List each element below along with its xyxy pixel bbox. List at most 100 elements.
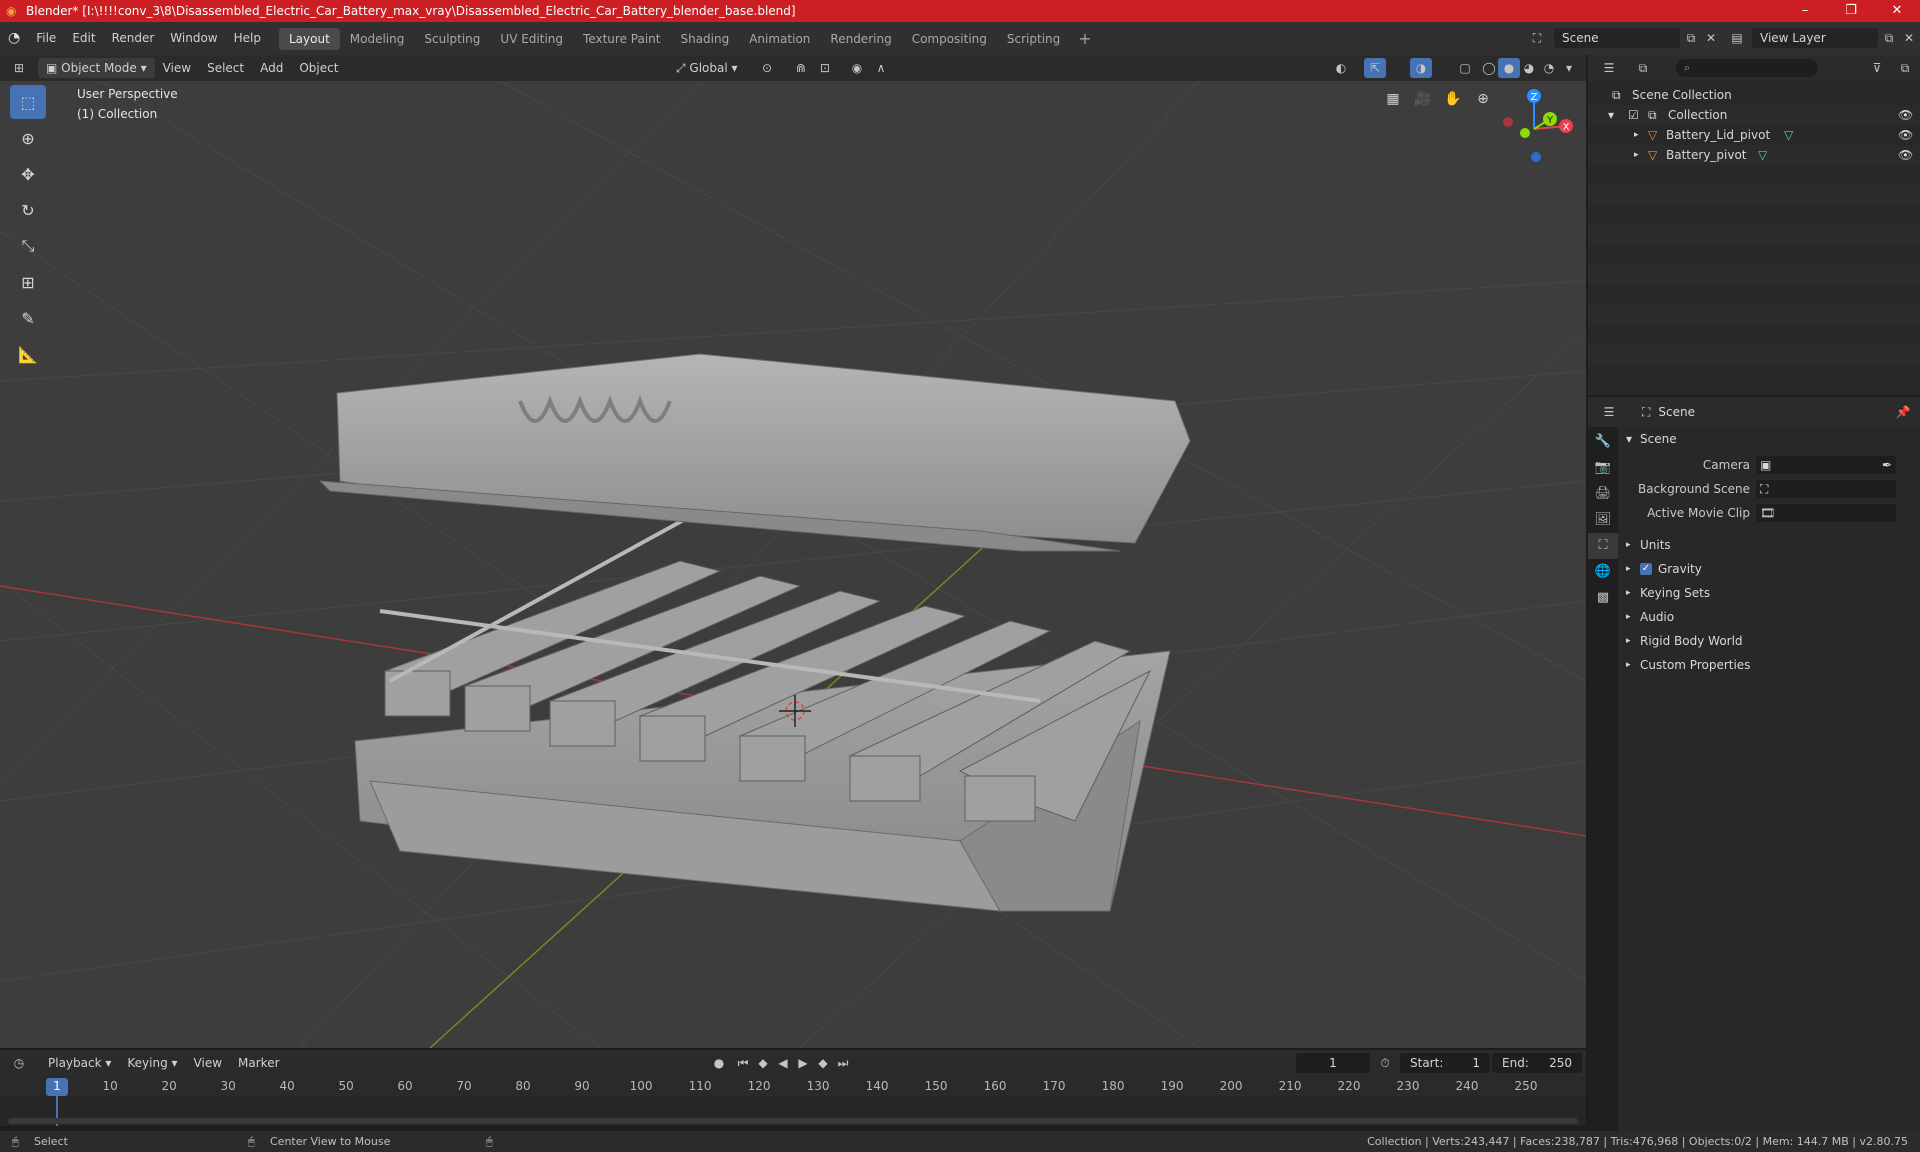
play-icon[interactable]: ▶ (792, 1053, 814, 1073)
menu-add[interactable]: Add (252, 58, 291, 78)
tab-modeling[interactable]: Modeling (340, 28, 415, 50)
outliner-search-input[interactable]: ⌕ (1676, 59, 1818, 77)
mesh-data-icon[interactable]: ▽ (1758, 145, 1767, 165)
output-tab-icon[interactable]: 🖨 (1588, 481, 1618, 507)
menu-file[interactable]: File (28, 22, 64, 55)
new-scene-icon[interactable]: ⧉ (1680, 28, 1702, 48)
select-box-tool-icon[interactable]: ⬚ (10, 85, 46, 119)
measure-tool-icon[interactable]: 📐 (10, 337, 46, 371)
remove-view-layer-icon[interactable]: ✕ (1898, 28, 1920, 48)
units-section[interactable]: ▸ Units (1620, 533, 1920, 557)
scene-selector[interactable]: Scene (1554, 28, 1680, 48)
prev-keyframe-icon[interactable]: ◆ (752, 1053, 774, 1073)
snap-icon[interactable]: ⋒ (790, 58, 812, 78)
close-button[interactable]: ✕ (1874, 0, 1920, 22)
tab-sculpting[interactable]: Sculpting (414, 28, 490, 50)
transform-tool-icon[interactable]: ⊞ (10, 265, 46, 299)
transform-orientation-dropdown[interactable]: ⤢ Global ▾ (668, 58, 746, 78)
solid-shading-icon[interactable]: ● (1498, 58, 1520, 78)
play-reverse-icon[interactable]: ◀ (772, 1053, 794, 1073)
rotate-tool-icon[interactable]: ↻ (10, 193, 46, 227)
new-collection-icon[interactable]: ⧉ (1894, 58, 1916, 78)
menu-view[interactable]: View (186, 1053, 230, 1073)
tab-compositing[interactable]: Compositing (902, 28, 997, 50)
outliner-row-collection[interactable]: ▾ ☑ ⧉ Collection 👁 (1588, 105, 1920, 125)
xray-icon[interactable]: ▢ (1454, 58, 1476, 78)
outliner-row-scene-collection[interactable]: ⧉ Scene Collection (1588, 85, 1920, 105)
move-tool-icon[interactable]: ✥ (10, 157, 46, 191)
menu-select[interactable]: Select (199, 58, 252, 78)
object-mode-dropdown[interactable]: ▣ Object Mode ▾ (38, 58, 155, 78)
blender-menu-icon[interactable]: ◔ (0, 22, 28, 55)
checkbox-icon[interactable]: ☑ (1628, 105, 1639, 125)
overlay-toggle-icon[interactable]: ◑ (1410, 58, 1432, 78)
snap-target-icon[interactable]: ⊡ (814, 58, 836, 78)
jump-start-icon[interactable]: ⏮ (732, 1053, 754, 1073)
expand-arrow-icon[interactable]: ▸ (1634, 145, 1639, 165)
annotate-tool-icon[interactable]: ✎ (10, 301, 46, 335)
pin-icon[interactable]: 📌 (1892, 402, 1914, 422)
record-icon[interactable]: ● (708, 1053, 730, 1073)
scale-tool-icon[interactable]: ⤡ (10, 229, 46, 263)
timeline-editor-icon[interactable]: ◷ (8, 1053, 30, 1073)
timeline-scrollbar[interactable] (8, 1118, 1578, 1124)
material-shading-icon[interactable]: ◕ (1518, 58, 1540, 78)
pan-hand-icon[interactable]: ✋ (1440, 86, 1466, 112)
gravity-section[interactable]: ▸ ✓ Gravity (1620, 557, 1920, 581)
world-tab-icon[interactable]: 🌐 (1588, 559, 1618, 585)
scene-icon[interactable]: ⛶ (1526, 28, 1548, 48)
3d-viewport[interactable]: Z X Y ▦ 🎥 ✋ ⊕ (0, 81, 1586, 1048)
visibility-icon[interactable]: ◐ (1330, 58, 1352, 78)
mesh-data-icon[interactable]: ▽ (1784, 125, 1793, 145)
add-workspace-icon[interactable]: + (1070, 29, 1099, 48)
minimize-button[interactable]: – (1782, 0, 1828, 22)
pivot-point-icon[interactable]: ⊙ (756, 58, 778, 78)
zoom-icon[interactable]: ⊕ (1470, 86, 1496, 112)
scene-panel-header[interactable]: ▾ Scene (1620, 427, 1920, 451)
background-scene-field[interactable] (1756, 480, 1896, 498)
eyedropper-icon[interactable]: ✒ (1882, 453, 1892, 477)
cursor-tool-icon[interactable]: ⊕ (10, 121, 46, 155)
view-layer-icon[interactable]: ▤ (1726, 28, 1748, 48)
tab-layout[interactable]: Layout (278, 27, 340, 50)
jump-end-icon[interactable]: ⏭ (832, 1053, 854, 1073)
camera-view-icon[interactable]: 🎥 (1410, 86, 1436, 112)
next-keyframe-icon[interactable]: ◆ (812, 1053, 834, 1073)
expand-arrow-icon[interactable]: ▸ (1634, 125, 1639, 145)
render-tab-icon[interactable]: 📷 (1588, 455, 1618, 481)
end-frame-field[interactable]: End: 250 (1492, 1053, 1582, 1073)
start-frame-field[interactable]: Start: 1 (1400, 1053, 1490, 1073)
camera-field[interactable] (1756, 456, 1896, 474)
custom-properties-section[interactable]: ▸ Custom Properties (1620, 653, 1920, 677)
menu-edit[interactable]: Edit (64, 22, 103, 55)
proportional-edit-icon[interactable]: ◉ (846, 58, 868, 78)
tab-uv-editing[interactable]: UV Editing (490, 28, 573, 50)
tab-texture-paint[interactable]: Texture Paint (573, 28, 670, 50)
keying-sets-section[interactable]: ▸ Keying Sets (1620, 581, 1920, 605)
rendered-shading-icon[interactable]: ◔ (1538, 58, 1560, 78)
scene-tab-icon[interactable]: ⛶ (1588, 533, 1618, 559)
view-layer-selector[interactable]: View Layer (1752, 28, 1878, 48)
texture-tab-icon[interactable]: ▩ (1588, 585, 1618, 611)
tab-animation[interactable]: Animation (739, 28, 820, 50)
outliner-row-object[interactable]: ▸ ▽ Battery_pivot ▽ 👁 (1588, 145, 1920, 165)
remove-scene-icon[interactable]: ✕ (1700, 28, 1722, 48)
tab-shading[interactable]: Shading (670, 28, 739, 50)
outliner-editor-icon[interactable]: ☰ (1598, 58, 1620, 78)
tool-tab-icon[interactable]: 🔧 (1588, 429, 1618, 455)
view-layer-tab-icon[interactable]: 🖼 (1588, 507, 1618, 533)
audio-section[interactable]: ▸ Audio (1620, 605, 1920, 629)
current-frame-field[interactable]: 1 (1296, 1053, 1370, 1073)
menu-keying[interactable]: Keying ▾ (119, 1053, 185, 1073)
menu-object[interactable]: Object (291, 58, 346, 78)
eye-icon[interactable]: 👁 (1898, 125, 1913, 145)
menu-window[interactable]: Window (162, 22, 225, 55)
tab-scripting[interactable]: Scripting (997, 28, 1070, 50)
stopwatch-icon[interactable]: ⏱ (1374, 1053, 1396, 1073)
rigid-body-world-section[interactable]: ▸ Rigid Body World (1620, 629, 1920, 653)
maximize-button[interactable]: ❐ (1828, 0, 1874, 22)
movie-clip-field[interactable] (1756, 504, 1896, 522)
display-mode-icon[interactable]: ⧉ (1632, 58, 1654, 78)
menu-view[interactable]: View (155, 58, 199, 78)
menu-playback[interactable]: Playback ▾ (40, 1053, 119, 1073)
